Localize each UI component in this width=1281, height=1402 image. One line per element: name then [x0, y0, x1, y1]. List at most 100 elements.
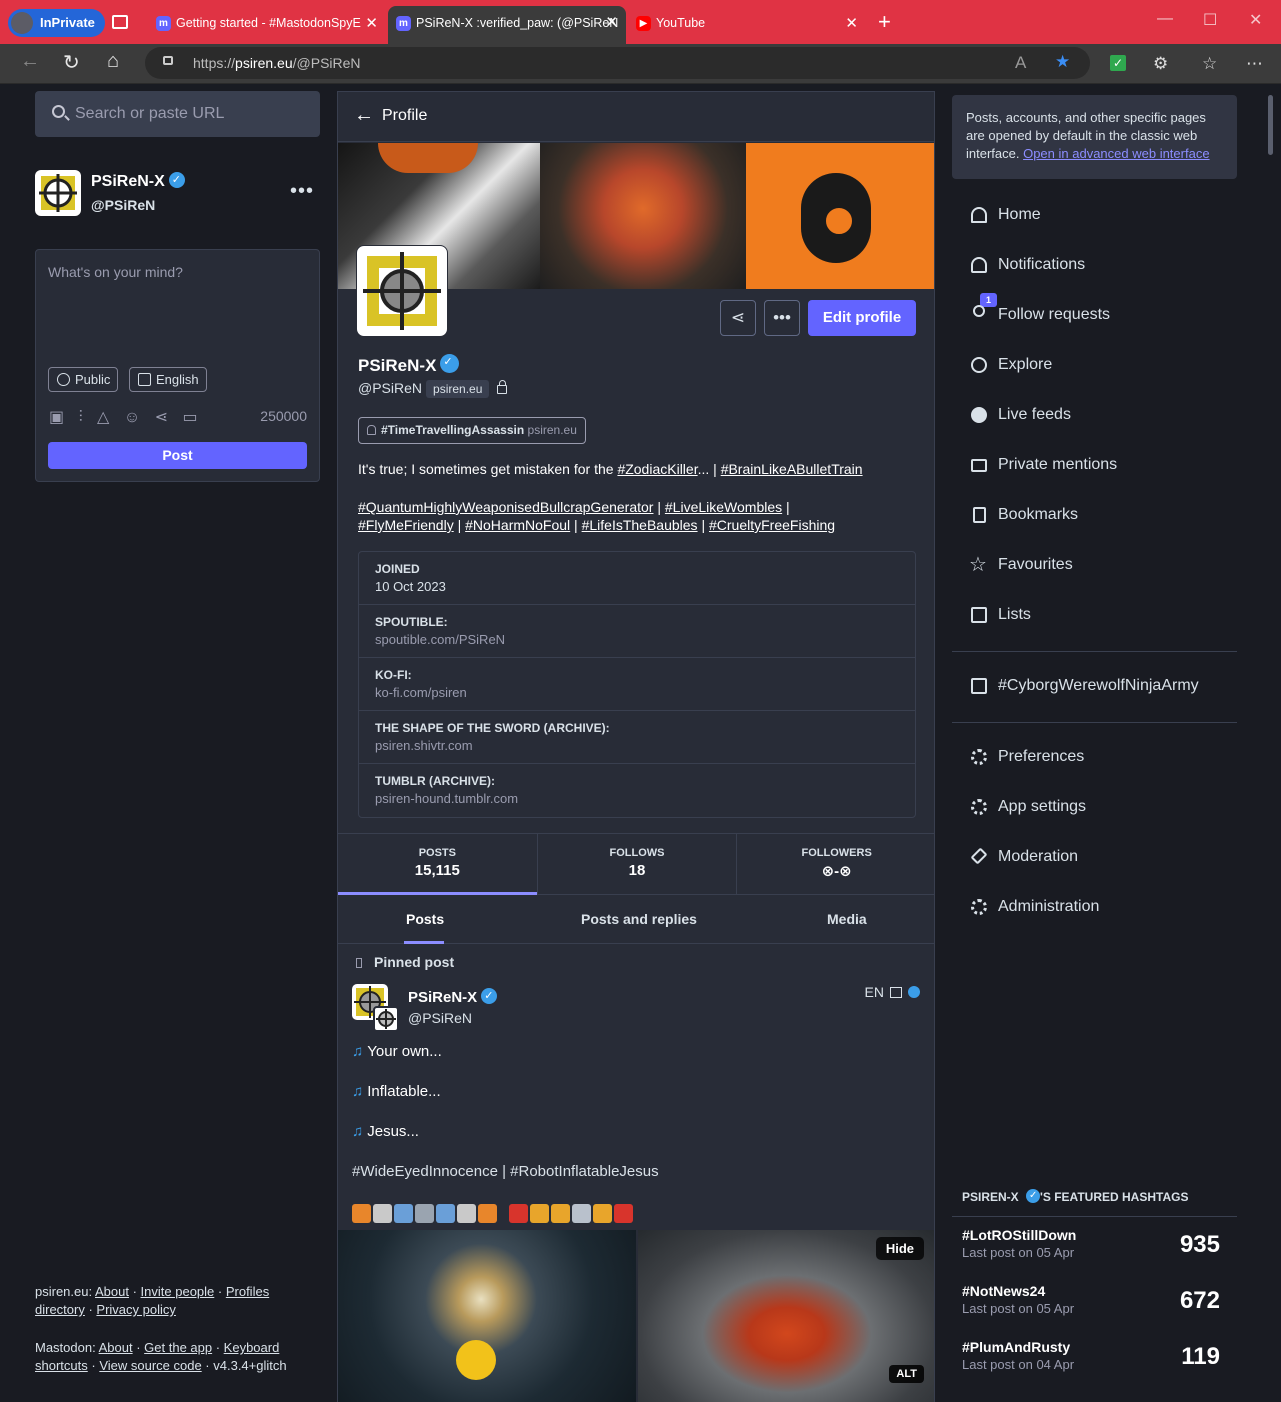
hashtag-link[interactable]: #CrueltyFreeFishing [709, 517, 835, 533]
hashtag-link[interactable]: #ZodiacKiller [617, 461, 697, 477]
post-button[interactable]: Post [48, 442, 307, 469]
nav-private-mentions[interactable]: Private mentions [968, 450, 1117, 480]
tab-posts-and-replies[interactable]: Posts and replies [581, 911, 697, 927]
nav-notifications[interactable]: Notifications [968, 250, 1085, 280]
share-button[interactable]: ⋖ [720, 300, 756, 336]
close-window-icon[interactable]: ✕ [1249, 10, 1262, 30]
featured-hashtag[interactable]: #NotNews24 Last post on 05 Apr 672 [962, 1283, 1230, 1323]
page-scrollbar[interactable] [1268, 95, 1273, 155]
nav-moderation[interactable]: Moderation [968, 842, 1078, 872]
nav-follow-requests[interactable]: Follow requests [968, 300, 1110, 330]
hashtag-link[interactable]: #QuantumHighlyWeaponisedBullcrapGenerato… [358, 499, 653, 515]
tab-profile[interactable]: m PSiReN-X :verified_paw: (@PSiReN ✕ [388, 6, 626, 44]
field-link[interactable]: psiren.shivtr.com [375, 738, 899, 753]
tab-actions-icon[interactable] [112, 15, 128, 29]
nav-app-settings[interactable]: App settings [968, 792, 1086, 822]
account-menu-icon[interactable]: ••• [290, 180, 314, 203]
back-arrow-icon[interactable]: ← [354, 104, 374, 127]
back-icon[interactable]: ← [20, 50, 40, 73]
emoji-icon [593, 1203, 612, 1223]
nav-explore[interactable]: Explore [968, 350, 1052, 380]
inprivate-badge[interactable]: InPrivate [8, 9, 105, 37]
emoji-icon [352, 1203, 371, 1223]
tab-posts[interactable]: Posts [406, 911, 444, 927]
nav-administration[interactable]: Administration [968, 892, 1099, 922]
person-icon [367, 425, 376, 435]
featured-tag-badge[interactable]: #TimeTravellingAssassin psiren.eu [358, 417, 586, 444]
advanced-interface-link[interactable]: Open in advanced web interface [1023, 146, 1209, 161]
nav-lists[interactable]: Lists [968, 600, 1031, 630]
nav-preferences[interactable]: Preferences [968, 742, 1084, 772]
hide-media-button[interactable]: Hide [875, 1237, 924, 1260]
more-menu-icon[interactable]: ⋯ [1246, 54, 1263, 74]
tab-youtube[interactable]: ▶ YouTube ✕ [628, 8, 866, 39]
extensions-icon[interactable]: ⚙ [1153, 54, 1168, 74]
more-options-button[interactable]: ••• [764, 300, 800, 336]
hashtag-link[interactable]: #BrainLikeABulletTrain [721, 461, 863, 477]
content-warning-icon[interactable]: △ [97, 409, 109, 426]
post-hashtags[interactable]: #WideEyedInnocence | #RobotInflatableJes… [352, 1163, 659, 1180]
nav-list-cyborg[interactable]: #CyborgWerewolfNinjaArmy [968, 671, 1199, 701]
close-tab-icon[interactable]: ✕ [365, 8, 378, 39]
envelope-icon [971, 459, 987, 472]
field-link[interactable]: spoutible.com/PSiReN [375, 632, 899, 647]
minimize-icon[interactable]: — [1157, 10, 1173, 28]
compose-textarea[interactable]: What's on your mind? [48, 264, 183, 280]
close-tab-icon[interactable]: ✕ [605, 6, 618, 40]
extension-check-icon[interactable]: ✓ [1110, 55, 1126, 71]
tab-getting-started[interactable]: m Getting started - #MastodonSpyE ✕ [148, 8, 386, 39]
media-icon[interactable]: ▣ [49, 409, 64, 426]
format-icon[interactable]: ▭ [182, 409, 197, 426]
field-row: TUMBLR (ARCHIVE): psiren-hound.tumblr.com [359, 764, 915, 817]
new-tab-icon[interactable]: + [878, 8, 891, 36]
stat-posts[interactable]: POSTS 15,115 [338, 834, 538, 895]
column-title[interactable]: Profile [382, 107, 427, 125]
stat-followers[interactable]: FOLLOWERS ⊗-⊗ [737, 834, 934, 894]
close-tab-icon[interactable]: ✕ [845, 8, 858, 39]
emoji-icon [572, 1203, 591, 1223]
poll-icon[interactable]: ⫶ [79, 409, 83, 426]
read-aloud-icon[interactable]: A [1015, 53, 1026, 73]
tab-media[interactable]: Media [827, 911, 867, 927]
hashtag-link[interactable]: #LiveLikeWombles [665, 499, 782, 515]
field-link[interactable]: ko-fi.com/psiren [375, 685, 899, 700]
privacy-policy-link[interactable]: Privacy policy [96, 1302, 175, 1317]
field-link[interactable]: psiren-hound.tumblr.com [375, 791, 899, 806]
featured-hashtag[interactable]: #LotROStillDown Last post on 05 Apr 935 [962, 1227, 1230, 1267]
nav-favourites[interactable]: Favourites [968, 550, 1073, 580]
language-button[interactable]: English [129, 367, 207, 392]
profile-avatar[interactable] [356, 245, 448, 337]
featured-hashtag[interactable]: #PlumAndRusty Last post on 04 Apr 119 [962, 1339, 1230, 1379]
maximize-icon[interactable]: ☐ [1203, 10, 1217, 30]
post-line: ♫ Jesus... [352, 1123, 419, 1140]
favorite-star-icon[interactable]: ★ [1055, 52, 1070, 72]
reload-icon[interactable]: ↻ [63, 50, 80, 75]
post-author-name[interactable]: PSiReN-X [408, 988, 498, 1006]
avatar[interactable] [35, 170, 81, 216]
search-input[interactable]: Search or paste URL [35, 91, 320, 137]
url-field[interactable]: https://psiren.eu/@PSiReN A ★ [145, 47, 1090, 79]
hashtag-link[interactable]: #FlyMeFriendly [358, 517, 454, 533]
hashtag-link[interactable]: #LifeIsTheBaubles [582, 517, 698, 533]
favorites-icon[interactable]: ☆ [1202, 54, 1217, 74]
emoji-icon [457, 1203, 476, 1223]
post-image-jesus-duck[interactable] [338, 1230, 636, 1402]
share-icon[interactable]: ⋖ [155, 409, 168, 426]
alt-text-button[interactable]: ALT [889, 1365, 924, 1383]
emoji-icon[interactable]: ☺ [124, 409, 140, 426]
mastodon-about-link[interactable]: About [99, 1340, 133, 1355]
nav-live-feeds[interactable]: Live feeds [968, 400, 1071, 430]
view-source-link[interactable]: View source code [99, 1358, 201, 1373]
footer-about-link[interactable]: About [95, 1284, 129, 1299]
visibility-button[interactable]: Public [48, 367, 119, 392]
home-icon[interactable]: ⌂ [107, 50, 119, 73]
get-the-app-link[interactable]: Get the app [144, 1340, 212, 1355]
account-display-name[interactable]: PSiReN-X [91, 172, 185, 191]
edit-profile-button[interactable]: Edit profile [808, 300, 916, 336]
stat-follows[interactable]: FOLLOWS 18 [538, 834, 738, 894]
hashtag-link[interactable]: #NoHarmNoFoul [465, 517, 570, 533]
invite-people-link[interactable]: Invite people [141, 1284, 215, 1299]
nav-bookmarks[interactable]: Bookmarks [968, 500, 1078, 530]
profile-avatar-icon [11, 12, 33, 34]
nav-home[interactable]: Home [968, 200, 1041, 230]
